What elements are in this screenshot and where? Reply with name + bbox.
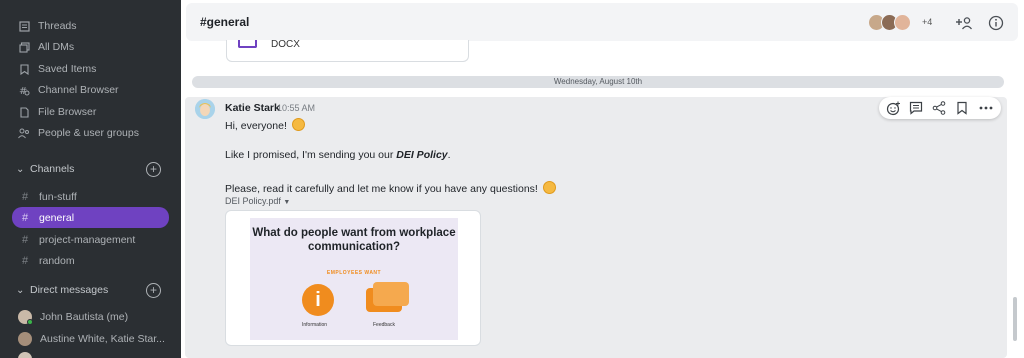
slide-subtitle: EMPLOYEES WANT xyxy=(326,270,382,276)
sidebar-item-channel-browser[interactable]: # Channel Browser xyxy=(0,80,181,100)
smile-emoji-icon xyxy=(291,118,305,131)
message[interactable]: Katie Stark 10:55 AM Hi, everyone! Like … xyxy=(185,97,1007,358)
message-text: Please, read it carefully and let me kno… xyxy=(225,183,538,195)
sidebar-item-people[interactable]: People & user groups xyxy=(0,123,181,143)
add-channel-icon[interactable]: + xyxy=(146,161,161,177)
slide-caption: Feedback xyxy=(373,322,395,328)
message-line-3: Please, read it carefully and let me kno… xyxy=(225,181,556,195)
slide-caption: Information xyxy=(302,322,328,328)
message-text: Like I promised, I'm sending you our xyxy=(225,149,397,161)
message-time: 10:55 AM xyxy=(277,103,316,113)
caret-down-icon[interactable]: ▼ xyxy=(283,199,290,206)
online-status-icon xyxy=(27,319,33,325)
channel-label: general xyxy=(39,211,75,224)
sidebar-item-label: Channel Browser xyxy=(38,84,119,96)
scrollbar[interactable] xyxy=(1013,297,1017,341)
sidebar-item-all-dms[interactable]: All DMs xyxy=(0,37,181,57)
add-member-icon[interactable] xyxy=(954,13,974,33)
add-dm-icon[interactable]: + xyxy=(146,282,161,298)
dm-item-group[interactable]: Austine White, Katie Star... xyxy=(0,329,181,349)
date-divider: Wednesday, August 10th xyxy=(192,76,1004,88)
more-options-icon[interactable] xyxy=(978,100,994,116)
channel-header: #general +4 xyxy=(186,3,1018,41)
attachment-preview[interactable]: What do people want from workplace commu… xyxy=(225,210,481,346)
chevron-down-icon: ⌄ xyxy=(16,284,25,296)
date-divider-label: Wednesday, August 10th xyxy=(553,77,643,86)
file-icon xyxy=(238,40,257,48)
sidebar-item-label: People & user groups xyxy=(38,127,139,139)
file-browser-icon xyxy=(18,106,30,118)
dm-section-header[interactable]: ⌄ Direct messages + xyxy=(0,280,181,300)
hash-icon: # xyxy=(22,254,29,267)
channel-label: random xyxy=(39,254,75,267)
sidebar-item-label: Threads xyxy=(38,20,77,32)
message-list[interactable]: DOCX Wednesday, August 10th Katie Stark … xyxy=(185,39,1014,358)
pdf-slide: What do people want from workplace commu… xyxy=(250,218,458,340)
chevron-down-icon: ⌄ xyxy=(16,163,25,175)
avatar xyxy=(894,14,911,31)
avatar xyxy=(18,352,32,358)
message-line-1: Hi, everyone! xyxy=(225,118,305,132)
channel-label: project-management xyxy=(39,233,136,246)
reply-thread-icon[interactable] xyxy=(908,100,924,116)
slide-title: What do people want from workplace commu… xyxy=(252,227,456,253)
sidebar-item-label: File Browser xyxy=(38,106,97,118)
attachment-label: DEI Policy.pdf xyxy=(225,196,281,206)
people-icon xyxy=(18,127,30,139)
prev-file-card[interactable]: DOCX xyxy=(226,39,469,62)
sidebar-item-general[interactable]: # general xyxy=(12,207,169,228)
sidebar-item-saved-items[interactable]: Saved Items xyxy=(0,59,181,79)
chat-bubble-icon xyxy=(373,282,409,306)
message-author[interactable]: Katie Stark xyxy=(225,102,280,114)
dm-label: Austine White, Katie Star... xyxy=(40,333,165,345)
sidebar-item-label: Saved Items xyxy=(38,63,97,75)
threads-icon xyxy=(18,20,30,32)
dm-item-partial[interactable] xyxy=(0,349,181,358)
all-dms-icon xyxy=(18,41,30,53)
add-reaction-icon[interactable] xyxy=(885,100,901,116)
nerd-emoji-icon xyxy=(542,181,556,194)
share-icon[interactable] xyxy=(931,100,947,116)
sidebar-item-label: All DMs xyxy=(38,41,75,53)
message-bold-text: DEI Policy xyxy=(396,149,448,161)
main-panel: #general +4 DOCX Wednesday, August 10th … xyxy=(181,0,1024,358)
message-line-2: Like I promised, I'm sending you our DEI… xyxy=(225,149,451,161)
sidebar-item-random[interactable]: # random xyxy=(12,250,169,271)
file-type-label: DOCX xyxy=(271,39,300,50)
hash-icon: # xyxy=(22,211,29,224)
sidebar-item-file-browser[interactable]: File Browser xyxy=(0,102,181,122)
sidebar-item-project-management[interactable]: # project-management xyxy=(12,229,169,250)
dm-label: John Bautista (me) xyxy=(40,311,129,323)
sidebar-item-threads[interactable]: Threads xyxy=(0,16,181,36)
hash-icon: # xyxy=(22,190,29,203)
message-text: Hi, everyone! xyxy=(225,120,287,132)
avatar[interactable] xyxy=(195,99,215,119)
bookmark-icon[interactable] xyxy=(954,100,970,116)
channels-header-label: Channels xyxy=(30,163,75,175)
channel-title: #general xyxy=(200,15,250,29)
info-icon[interactable] xyxy=(986,13,1006,33)
channel-label: fun-stuff xyxy=(39,190,77,203)
message-text: . xyxy=(447,149,451,161)
message-actions xyxy=(879,97,1001,119)
bookmark-icon xyxy=(18,63,30,75)
channels-section-header[interactable]: ⌄ Channels + xyxy=(0,159,181,179)
sidebar-item-fun-stuff[interactable]: # fun-stuff xyxy=(12,186,169,207)
attachment-name[interactable]: DEI Policy.pdf ▼ xyxy=(225,196,290,206)
hash-icon: # xyxy=(22,233,29,246)
sidebar: Threads All DMs Saved Items # Channel Br… xyxy=(0,0,181,358)
dm-item-john-bautista[interactable]: John Bautista (me) xyxy=(0,307,181,327)
dm-header-label: Direct messages xyxy=(30,284,109,296)
avatar xyxy=(18,332,32,346)
info-icon: i xyxy=(302,284,334,316)
member-count[interactable]: +4 xyxy=(922,17,932,27)
channel-browser-icon: # xyxy=(18,84,30,96)
